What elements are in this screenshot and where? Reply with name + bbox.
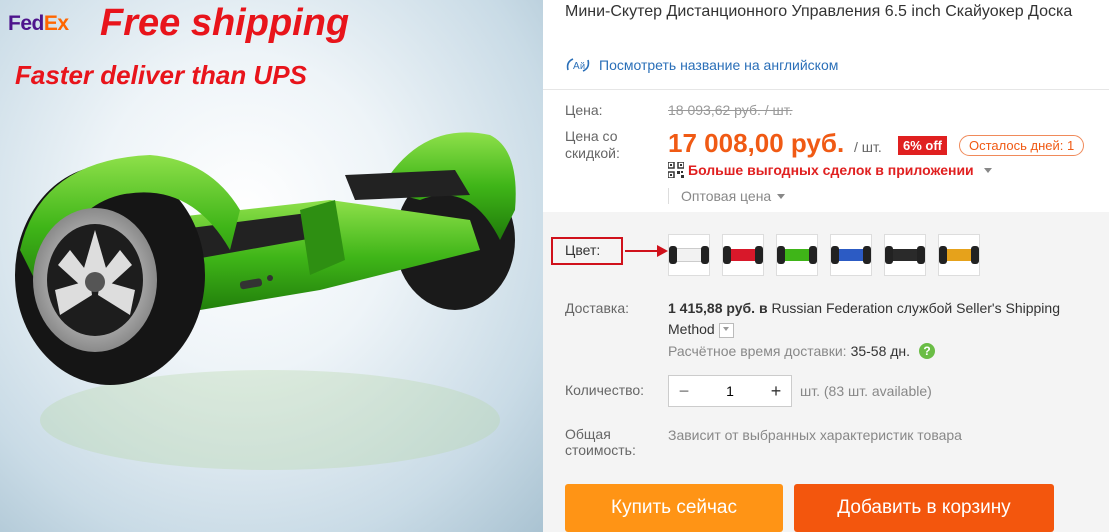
color-swatch-gold[interactable] [938, 234, 980, 276]
svg-text:A: A [573, 61, 580, 72]
product-options: Цвет: Доставка: 1 415,88 руб. в Russian … [543, 212, 1109, 532]
price-unit: / шт. [854, 139, 882, 155]
quantity-decrease-button[interactable]: − [669, 376, 699, 406]
hoverboard-thumbnail [885, 246, 925, 264]
old-price: 18 093,62 руб. / шт. [668, 102, 793, 118]
hoverboard-thumbnail [777, 246, 817, 264]
delivery-info: 1 415,88 руб. в Russian Federation служб… [668, 298, 1108, 340]
days-left-badge: Осталось дней: 1 [959, 135, 1085, 156]
quantity-label: Количество: [565, 382, 645, 398]
translate-icon: A й [566, 58, 590, 72]
translate-link-label[interactable]: Посмотреть название на английском [599, 57, 838, 73]
help-icon[interactable]: ? [919, 343, 936, 359]
promo-faster-delivery: Faster deliver than UPS [15, 60, 307, 90]
product-image[interactable]: FedEx Free shipping Faster deliver than … [0, 0, 543, 532]
color-swatch-white[interactable] [668, 234, 710, 276]
color-swatch-black[interactable] [884, 234, 926, 276]
product-title: Мини-Скутер Дистанционного Управления 6.… [565, 3, 1073, 20]
color-label: Цвет: [551, 237, 623, 265]
delivery-cost: 1 415,88 руб. [668, 300, 756, 316]
fedex-logo-fed: Fed [8, 12, 44, 35]
fedex-logo-ex: Ex [43, 12, 69, 35]
fedex-logo: FedEx [8, 12, 69, 36]
eta-value: 35-58 дн. [850, 343, 911, 359]
app-deals-label[interactable]: Больше выгодных сделок в приложении [688, 162, 974, 178]
eta-label: Расчётное время доставки: [668, 343, 847, 359]
hoverboard-thumbnail [669, 246, 709, 264]
total-label: Общая стоимость: [565, 426, 636, 458]
delivery-destination: Russian Federation [771, 300, 893, 316]
stock-available: шт. (83 шт. available) [800, 383, 932, 399]
buy-now-button[interactable]: Купить сейчас [565, 484, 783, 532]
expand-shipping-icon[interactable] [718, 322, 734, 338]
discount-price: 17 008,00 руб. [668, 128, 845, 158]
quantity-stepper: − + [668, 375, 792, 407]
color-swatch-red[interactable] [722, 234, 764, 276]
color-swatch-blue[interactable] [830, 234, 872, 276]
hoverboard-thumbnail [939, 246, 979, 264]
delivery-service-word: службой [896, 300, 953, 316]
wholesale-price-dropdown[interactable]: Оптовая цена [668, 188, 786, 204]
quantity-increase-button[interactable]: + [761, 376, 791, 406]
color-swatches [668, 234, 980, 276]
hoverboard-image [15, 132, 516, 470]
delivery-to: в [758, 300, 768, 316]
price-section: Цена: 18 093,62 руб. / шт. Цена со скидк… [543, 89, 1109, 212]
total-value: Зависит от выбранных характеристик товар… [668, 427, 962, 443]
wholesale-price-label[interactable]: Оптовая цена [681, 188, 771, 204]
delivery-label: Доставка: [565, 300, 630, 316]
add-to-cart-button[interactable]: Добавить в корзину [794, 484, 1054, 532]
app-deals-link[interactable]: Больше выгодных сделок в приложении [668, 162, 992, 178]
price-label: Цена: [565, 102, 603, 118]
promo-free-shipping: Free shipping [100, 2, 350, 44]
qr-code-icon [668, 162, 684, 178]
arrow-right-icon [625, 245, 668, 257]
hoverboard-thumbnail [831, 246, 871, 264]
discount-badge: 6% off [898, 136, 947, 155]
delivery-eta: Расчётное время доставки: 35-58 дн. ? [668, 343, 936, 359]
hoverboard-thumbnail [723, 246, 763, 264]
product-details: Мини-Скутер Дистанционного Управления 6.… [543, 0, 1109, 532]
discount-price-label: Цена со скидкой: [565, 128, 620, 161]
color-swatch-green[interactable] [776, 234, 818, 276]
chevron-down-icon [777, 193, 786, 199]
quantity-input[interactable] [699, 375, 761, 407]
chevron-down-icon [983, 167, 992, 173]
svg-text:й: й [580, 61, 585, 71]
translate-link[interactable]: A й Посмотреть название на английском [565, 56, 838, 74]
